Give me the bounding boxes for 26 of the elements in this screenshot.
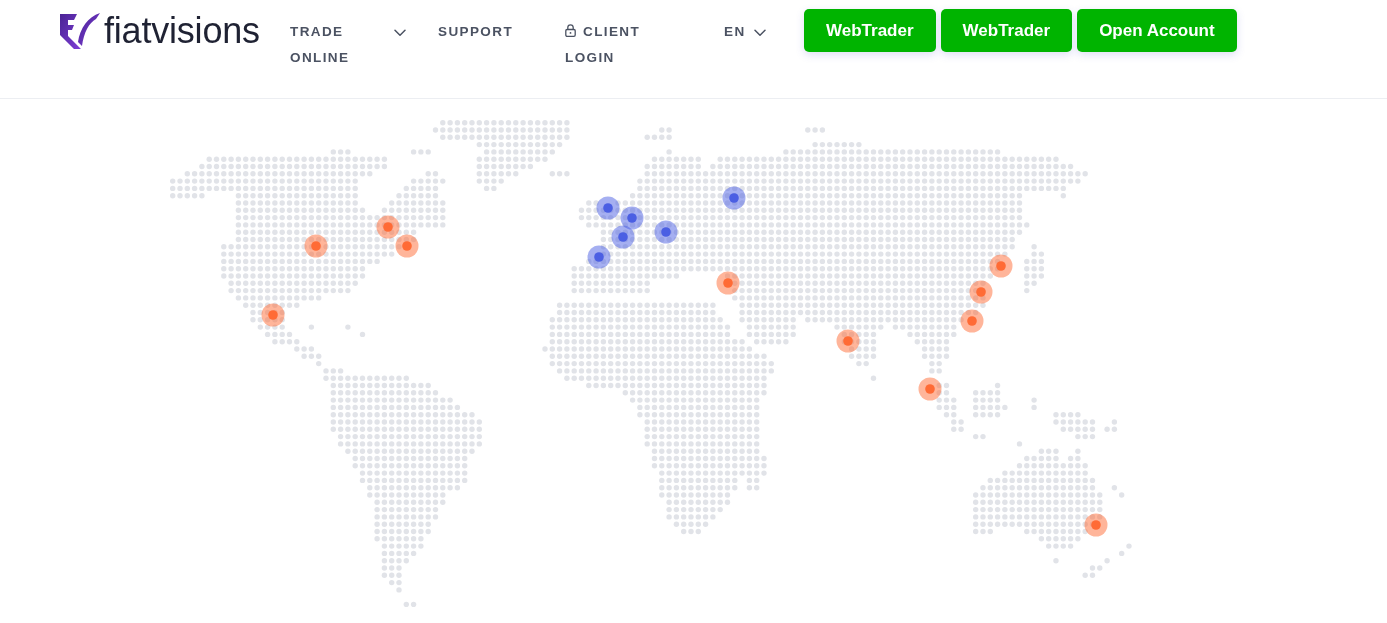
map-marker-icon: [395, 234, 419, 258]
nav-dropdown-link[interactable]: TRADE ONLINE: [290, 19, 406, 71]
map-marker-icon: [989, 254, 1013, 278]
map-marker-icon: [836, 329, 860, 353]
map-marker-icon: [716, 271, 740, 295]
map-marker-icon: [261, 303, 285, 327]
chevron-down-icon: [753, 29, 766, 37]
map-marker-icon: [304, 234, 328, 258]
logo-icon: [60, 13, 100, 49]
map-marker-icon: [620, 206, 644, 230]
map-marker-icon: [960, 309, 984, 333]
logo-text: fiatvisions: [104, 12, 260, 50]
map-marker-icon: [587, 245, 611, 269]
nav-link[interactable]: SUPPORT: [438, 19, 514, 45]
map-marker-icon: [918, 377, 942, 401]
chevron-down-icon: [394, 29, 406, 37]
map-marker-icon: [969, 280, 993, 304]
map-marker-icon: [722, 186, 746, 210]
lock-icon: [565, 24, 576, 37]
map-marker-icon: [654, 220, 678, 244]
client-login-link[interactable]: CLIENT LOGIN: [565, 19, 649, 71]
map-marker-icon: [596, 196, 620, 220]
map-marker-icon: [1084, 513, 1108, 537]
nav-dropdown-link[interactable]: EN: [724, 19, 766, 45]
map-marker-icon: [611, 225, 635, 249]
map-marker-icon: [376, 215, 400, 239]
